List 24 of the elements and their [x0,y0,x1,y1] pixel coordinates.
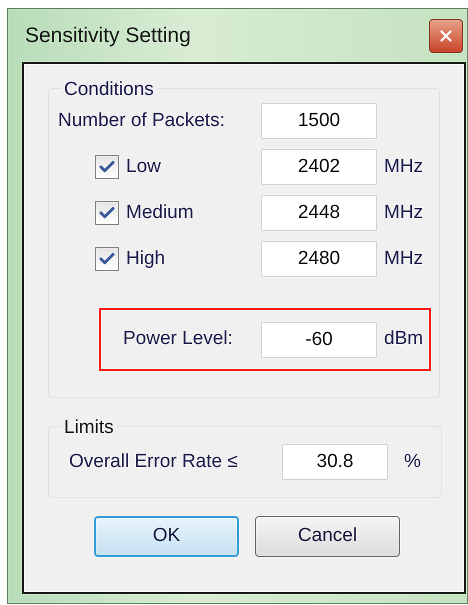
unit-label: MHz [384,200,424,225]
input-field[interactable]: 30.8 [282,444,388,480]
field-label: Overall Error Rate ≤ [69,450,239,474]
checkbox[interactable] [95,201,119,225]
input-field[interactable]: 1500 [261,103,377,139]
checkbox-label: Low [126,154,161,179]
checkbox-label: High [126,246,166,271]
close-button[interactable] [429,18,463,52]
unit-label: dBm [384,327,424,352]
checkbox-label: Medium [126,200,194,225]
unit-label: MHz [384,246,424,271]
input-field[interactable]: 2402 [261,149,377,185]
default-button[interactable]: OK [94,516,239,557]
checkbox[interactable] [95,155,119,179]
unit-label: MHz [384,154,424,179]
input-field[interactable]: -60 [261,322,377,358]
input-field[interactable]: 2448 [261,195,377,231]
unit-label: % [404,450,421,474]
window-title: Sensitivity Setting [25,22,191,49]
field-label: Power Level: [123,327,234,352]
input-field[interactable]: 2480 [261,241,377,277]
field-label: Number of Packets: [58,108,226,133]
checkbox[interactable] [95,247,119,271]
dialog-button[interactable]: Cancel [255,516,400,557]
